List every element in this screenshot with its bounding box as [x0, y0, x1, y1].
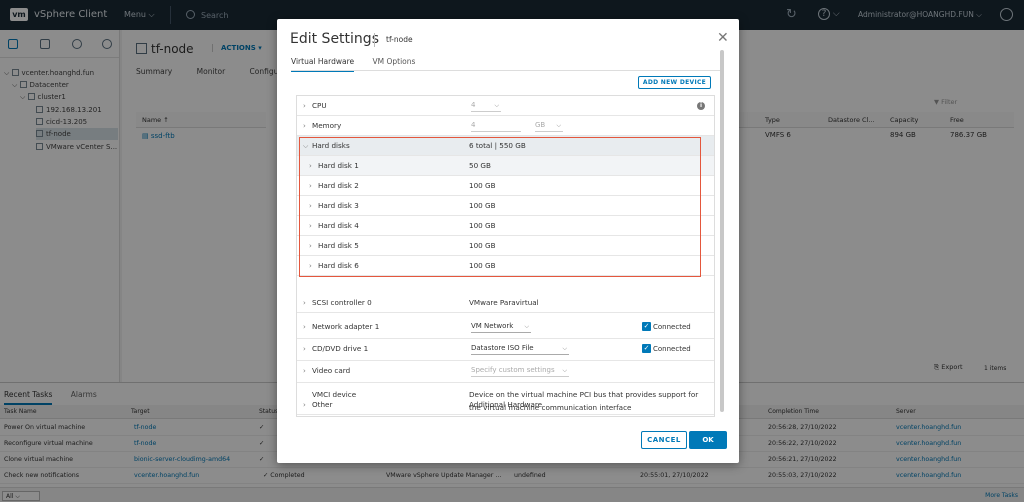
hw-row-scsi-controller[interactable]: › SCSI controller 0 VMware Paravirtual: [297, 293, 714, 313]
chevron-down-icon: ⌵: [562, 367, 567, 374]
cd-dvd-value: Datastore ISO File: [471, 344, 534, 352]
chevron-right-icon[interactable]: ›: [303, 317, 306, 337]
chevron-right-icon[interactable]: ›: [303, 361, 306, 381]
connected-label: Connected: [653, 345, 691, 353]
hw-row-network-adapter[interactable]: › Network adapter 1 VM Network ⌵ ✓ Connec…: [297, 317, 714, 339]
memory-value: 4: [471, 121, 476, 129]
chevron-right-icon[interactable]: ›: [303, 395, 306, 415]
tab-vm-options[interactable]: VM Options: [373, 57, 416, 70]
connected-label: Connected: [653, 323, 691, 331]
hw-row-cd-dvd-drive[interactable]: › CD/DVD drive 1 Datastore ISO File ⌵ ✓ C…: [297, 339, 714, 361]
hw-label: Network adapter 1: [312, 322, 380, 331]
ok-button[interactable]: OK: [689, 431, 727, 449]
memory-unit: GB: [535, 121, 546, 129]
cd-connected-checkbox[interactable]: ✓: [642, 344, 651, 353]
chevron-right-icon[interactable]: ›: [303, 293, 306, 313]
memory-unit-select[interactable]: GB ⌵: [535, 120, 563, 132]
info-icon[interactable]: i: [697, 102, 705, 110]
hw-row-memory[interactable]: › Memory 4 GB ⌵: [297, 116, 714, 136]
chevron-right-icon[interactable]: ›: [303, 96, 306, 116]
hw-value: Additional Hardware: [469, 400, 543, 409]
hw-label: CD/DVD drive 1: [312, 344, 369, 353]
hw-label: SCSI controller 0: [312, 298, 372, 307]
hw-row-other[interactable]: › Other Additional Hardware: [297, 395, 714, 415]
network-connected-checkbox[interactable]: ✓: [642, 322, 651, 331]
video-card-select[interactable]: Specify custom settings ⌵: [471, 365, 569, 377]
chevron-down-icon: ⌵: [562, 345, 567, 352]
network-select[interactable]: VM Network ⌵: [471, 321, 531, 333]
video-card-value: Specify custom settings: [471, 366, 555, 374]
cpu-select[interactable]: 4 ⌵: [471, 100, 501, 112]
hw-label: Memory: [312, 121, 342, 130]
hw-row-cpu[interactable]: › CPU 4 ⌵ i: [297, 96, 714, 116]
tab-underline: [291, 70, 723, 71]
chevron-down-icon: ⌵: [524, 323, 529, 330]
chevron-right-icon[interactable]: ›: [303, 116, 306, 136]
add-new-device-button[interactable]: ADD NEW DEVICE: [638, 76, 711, 89]
cd-dvd-select[interactable]: Datastore ISO File ⌵: [471, 343, 569, 355]
chevron-down-icon: ⌵: [494, 102, 499, 109]
dialog-subtitle: tf-node: [386, 35, 413, 44]
hw-row-video-card[interactable]: › Video card Specify custom settings ⌵: [297, 361, 714, 383]
memory-input[interactable]: 4: [471, 120, 521, 132]
title-divider: [374, 33, 375, 47]
hw-label: Other: [312, 400, 333, 409]
hard-disks-highlight-box: [299, 137, 701, 277]
chevron-down-icon: ⌵: [556, 122, 561, 129]
dialog-title: Edit Settings: [290, 31, 379, 47]
chevron-right-icon[interactable]: ›: [303, 339, 306, 359]
dialog-scrollbar[interactable]: [720, 50, 724, 412]
hw-label: Video card: [312, 366, 351, 375]
hw-label: CPU: [312, 101, 327, 110]
cpu-value: 4: [471, 101, 476, 109]
network-value: VM Network: [471, 322, 514, 330]
cancel-button[interactable]: CANCEL: [641, 431, 687, 449]
close-icon[interactable]: ✕: [717, 30, 729, 46]
hw-value: VMware Paravirtual: [469, 298, 539, 307]
